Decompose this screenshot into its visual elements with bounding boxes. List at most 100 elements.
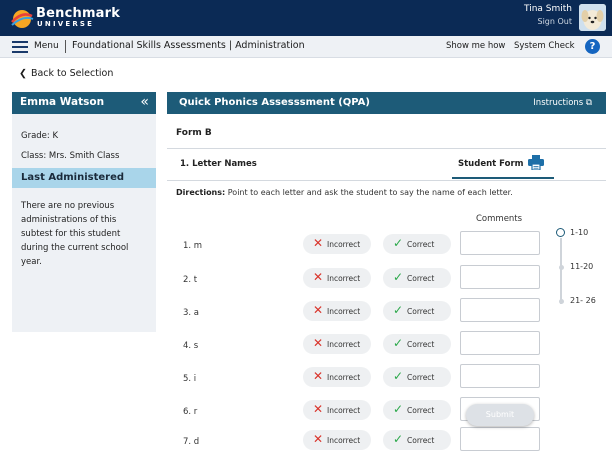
form-label: Form B bbox=[176, 128, 212, 138]
user-name: Tina Smith bbox=[523, 4, 572, 14]
comment-input[interactable] bbox=[460, 427, 540, 451]
item-row: 1. m ✕ Incorrect ✓ Correct bbox=[167, 231, 557, 257]
user-info: Tina Smith Sign Out bbox=[524, 4, 572, 26]
x-icon: ✕ bbox=[313, 270, 324, 284]
incorrect-button[interactable]: ✕ Incorrect bbox=[303, 301, 371, 321]
divider bbox=[167, 148, 606, 149]
comment-input[interactable] bbox=[460, 265, 540, 289]
student-sidebar: Emma Watson « Grade: K Class: Mrs. Smith… bbox=[12, 92, 156, 332]
range-track bbox=[560, 238, 562, 304]
item-letter: 2. t bbox=[183, 275, 198, 285]
x-icon: ✕ bbox=[313, 369, 324, 383]
x-icon: ✕ bbox=[313, 432, 324, 446]
last-administered-message: There are no previous administrations of… bbox=[21, 201, 129, 267]
item-letter: 1. m bbox=[183, 241, 203, 251]
back-label: Back to Selection bbox=[30, 68, 114, 79]
submit-button[interactable]: Submit bbox=[466, 404, 534, 426]
directions: Directions: Point to each letter and ask… bbox=[176, 188, 513, 197]
divider bbox=[167, 180, 606, 181]
range-marker[interactable] bbox=[558, 299, 564, 304]
check-icon: ✓ bbox=[393, 369, 404, 383]
collapse-sidebar-icon[interactable]: « bbox=[140, 94, 149, 110]
item-letter: 7. d bbox=[183, 437, 200, 447]
range-navigator: 1-10 11-20 21- 26 bbox=[556, 228, 600, 318]
student-grade: Grade: K bbox=[21, 131, 59, 141]
check-icon: ✓ bbox=[393, 336, 404, 350]
instructions-link[interactable]: Instructions ⧉ bbox=[533, 98, 592, 108]
section-underline bbox=[452, 177, 554, 179]
item-letter: 3. a bbox=[183, 308, 200, 318]
avatar[interactable] bbox=[579, 4, 606, 31]
range-marker[interactable] bbox=[558, 265, 564, 270]
planet-logo-icon bbox=[11, 10, 34, 28]
show-me-how-link[interactable]: Show me how bbox=[446, 41, 505, 51]
comment-input[interactable] bbox=[460, 231, 540, 255]
instructions-label: Instructions bbox=[533, 98, 584, 108]
comments-header: Comments bbox=[476, 214, 523, 224]
correct-button[interactable]: ✓ Correct bbox=[383, 234, 451, 254]
top-bar: Benchmark UNIVERSE Tina Smith Sign Out bbox=[0, 0, 612, 36]
student-class: Class: Mrs. Smith Class bbox=[21, 151, 120, 161]
x-icon: ✕ bbox=[313, 236, 324, 250]
brand-name: Benchmark bbox=[36, 6, 121, 21]
incorrect-button[interactable]: ✕ Incorrect bbox=[303, 234, 371, 254]
printer-icon[interactable] bbox=[528, 155, 544, 170]
student-header: Emma Watson « bbox=[12, 92, 156, 114]
item-letter: 6. r bbox=[183, 407, 198, 417]
correct-button[interactable]: ✓ Correct bbox=[383, 334, 451, 354]
range-item[interactable]: 21- 26 bbox=[570, 296, 596, 305]
check-icon: ✓ bbox=[393, 270, 404, 284]
sign-out-link[interactable]: Sign Out bbox=[524, 17, 573, 26]
directions-label: Directions: bbox=[176, 188, 226, 197]
x-icon: ✕ bbox=[313, 336, 324, 350]
comment-input[interactable] bbox=[460, 364, 540, 388]
x-icon: ✕ bbox=[313, 402, 324, 416]
brand-sub: UNIVERSE bbox=[37, 20, 95, 28]
menu-bar: Menu Foundational Skills Assessments | A… bbox=[0, 36, 612, 58]
range-marker-active[interactable] bbox=[556, 228, 565, 237]
item-row: 4. s ✕ Incorrect ✓ Correct bbox=[167, 331, 557, 357]
last-administered-heading: Last Administered bbox=[12, 168, 156, 188]
correct-button[interactable]: ✓ Correct bbox=[383, 301, 451, 321]
help-icon[interactable]: ? bbox=[585, 39, 600, 54]
section-title: 1. Letter Names bbox=[180, 159, 257, 169]
item-row: 2. t ✕ Incorrect ✓ Correct bbox=[167, 265, 557, 291]
benchmark-logo[interactable]: Benchmark UNIVERSE bbox=[10, 5, 130, 31]
incorrect-button[interactable]: ✕ Incorrect bbox=[303, 367, 371, 387]
item-row: 7. d ✕ Incorrect ✓ Correct bbox=[167, 427, 557, 453]
correct-button[interactable]: ✓ Correct bbox=[383, 400, 451, 420]
student-name: Emma Watson bbox=[20, 96, 105, 108]
comment-input[interactable] bbox=[460, 331, 540, 355]
x-icon: ✕ bbox=[313, 303, 324, 317]
external-link-icon: ⧉ bbox=[585, 98, 592, 108]
directions-text: Point to each letter and ask the student… bbox=[227, 188, 513, 197]
student-form-label: Student Form bbox=[458, 159, 524, 169]
range-item[interactable]: 11-20 bbox=[570, 262, 593, 271]
hamburger-menu-icon[interactable] bbox=[12, 41, 28, 53]
check-icon: ✓ bbox=[393, 236, 404, 250]
assessment-header: Quick Phonics Assesssment (QPA) Instruct… bbox=[167, 92, 606, 114]
comment-input[interactable] bbox=[460, 298, 540, 322]
correct-button[interactable]: ✓ Correct bbox=[383, 430, 451, 450]
check-icon: ✓ bbox=[393, 432, 404, 446]
item-letter: 5. i bbox=[183, 374, 197, 384]
correct-button[interactable]: ✓ Correct bbox=[383, 268, 451, 288]
back-to-selection-link[interactable]: ❮ Back to Selection bbox=[19, 68, 113, 79]
incorrect-button[interactable]: ✕ Incorrect bbox=[303, 430, 371, 450]
divider bbox=[65, 40, 66, 53]
student-info: Grade: K Class: Mrs. Smith Class bbox=[12, 114, 156, 166]
item-row: 3. a ✕ Incorrect ✓ Correct bbox=[167, 298, 557, 324]
incorrect-button[interactable]: ✕ Incorrect bbox=[303, 268, 371, 288]
assessment-title: Quick Phonics Assesssment (QPA) bbox=[179, 97, 370, 108]
item-row: 5. i ✕ Incorrect ✓ Correct bbox=[167, 364, 557, 390]
dog-avatar-icon bbox=[579, 4, 606, 31]
item-letter: 4. s bbox=[183, 341, 199, 351]
system-check-link[interactable]: System Check bbox=[514, 41, 575, 51]
incorrect-button[interactable]: ✕ Incorrect bbox=[303, 400, 371, 420]
correct-button[interactable]: ✓ Correct bbox=[383, 367, 451, 387]
menu-button[interactable]: Menu bbox=[34, 41, 59, 51]
chevron-left-icon: ❮ bbox=[19, 68, 27, 79]
incorrect-button[interactable]: ✕ Incorrect bbox=[303, 334, 371, 354]
range-item[interactable]: 1-10 bbox=[570, 228, 588, 237]
check-icon: ✓ bbox=[393, 402, 404, 416]
